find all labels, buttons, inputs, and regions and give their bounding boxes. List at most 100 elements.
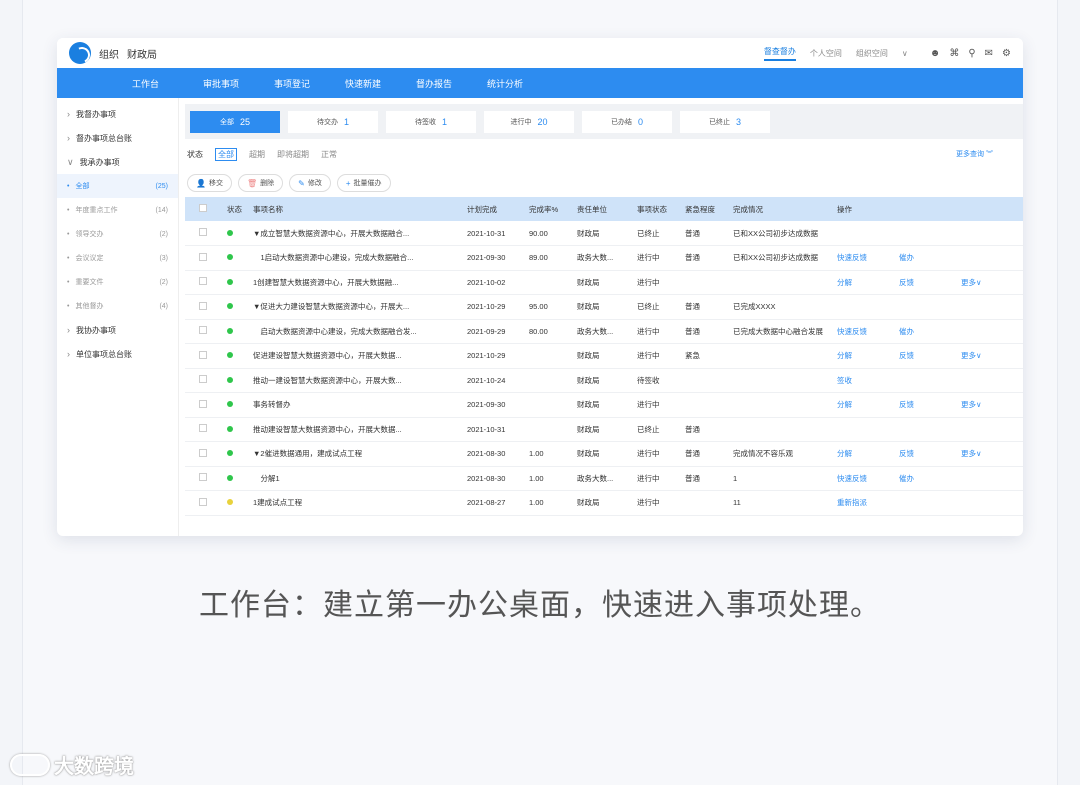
task-name[interactable]: 1建成试点工程 [249, 490, 463, 516]
nav-quick-create[interactable]: 快速新建 [345, 77, 416, 90]
chevron-down-icon[interactable]: ∨ [902, 49, 908, 58]
sidebar-item-supervise-ledger[interactable]: › 督办事项总台账 [57, 126, 178, 150]
table-row[interactable]: 促进建设智慧大数据资源中心，开展大数据... 2021-10-29 财政局 进行中 紧急… [185, 343, 1023, 369]
row-action[interactable]: 重新指派 [833, 490, 895, 516]
sidebar-sub-meeting[interactable]: • 会议议定 (3) [57, 246, 178, 270]
table-row[interactable]: ▼促进大力建设智慧大数据资源中心，开展大... 2021-10-29 95.00 财政… [185, 294, 1023, 320]
table-row[interactable]: ▼成立智慧大数据资源中心，开展大数据融合... 2021-10-31 90.00 财政… [185, 221, 1023, 246]
top-link-supervise[interactable]: 督查督办 [763, 46, 796, 61]
row-action[interactable] [895, 417, 957, 442]
task-name[interactable]: 1启动大数据资源中心建设，完成大数据融合... [249, 245, 463, 271]
table-row[interactable]: 分解1 2021-08-30 1.00 政务大数... 进行中 普通 1 快速反馈 催办 [185, 466, 1023, 491]
apps-icon[interactable]: ⌘ [949, 48, 959, 59]
row-action-more[interactable]: 更多∨ [957, 441, 1023, 467]
tab-terminated[interactable]: 已终止 3 [680, 110, 770, 133]
top-link-personal[interactable]: 个人空间 [810, 48, 842, 59]
tab-pending-assign[interactable]: 待交办 1 [288, 110, 378, 133]
row-action[interactable] [833, 221, 895, 246]
row-action[interactable]: 分解 [833, 270, 895, 295]
edit-button[interactable]: ✎ 修改 [289, 174, 331, 192]
row-action[interactable]: 反馈 [895, 441, 957, 467]
tab-in-progress[interactable]: 进行中 20 [484, 110, 574, 133]
row-action[interactable]: 快速反馈 [833, 319, 895, 344]
task-name[interactable]: 分解1 [249, 466, 463, 491]
row-action[interactable] [895, 294, 957, 320]
row-action-more[interactable] [957, 368, 1023, 393]
row-action-more[interactable] [957, 245, 1023, 271]
row-action[interactable]: 分解 [833, 392, 895, 418]
row-checkbox[interactable] [199, 399, 207, 408]
delete-button[interactable]: 🗑 删除 [237, 174, 284, 192]
sidebar-sub-all[interactable]: • 全部 (25) [57, 174, 178, 198]
sidebar-item-my-undertake[interactable]: ∨ 我承办事项 [57, 150, 178, 174]
batch-urge-button[interactable]: + 批量催办 [336, 174, 391, 192]
row-action[interactable]: 快速反馈 [833, 245, 895, 271]
row-action[interactable]: 反馈 [895, 343, 957, 369]
row-action-more[interactable]: 更多∨ [957, 392, 1023, 418]
sidebar-item-my-assist[interactable]: › 我协办事项 [57, 318, 178, 342]
nav-approval[interactable]: 审批事项 [203, 77, 274, 90]
row-checkbox[interactable] [199, 473, 207, 482]
nav-workbench[interactable]: 工作台 [132, 77, 203, 90]
row-action[interactable] [895, 368, 957, 393]
row-action-more[interactable]: 更多∨ [957, 343, 1023, 369]
row-checkbox[interactable] [199, 252, 207, 261]
row-action-more[interactable] [957, 466, 1023, 491]
tab-pending-sign[interactable]: 待签收 1 [386, 110, 476, 133]
row-action[interactable] [833, 417, 895, 442]
table-row[interactable]: 推动建设智慧大数据资源中心，开展大数据... 2021-10-31 财政局 已终止 普通 [185, 417, 1023, 442]
task-name[interactable]: 推动一建设智慧大数据资源中心，开展大数... [249, 368, 463, 393]
row-action-more[interactable] [957, 319, 1023, 344]
top-link-org[interactable]: 组织空间 [856, 48, 888, 59]
row-checkbox[interactable] [199, 448, 207, 457]
row-checkbox[interactable] [199, 326, 207, 335]
filter-normal[interactable]: 正常 [321, 149, 337, 160]
row-action[interactable]: 反馈 [895, 392, 957, 418]
user-icon[interactable]: ☻ [930, 48, 941, 59]
row-action[interactable]: 催办 [895, 245, 957, 271]
row-checkbox[interactable] [199, 350, 207, 359]
search-icon[interactable]: ⚲ [968, 48, 975, 59]
sidebar-sub-documents[interactable]: • 重要文件 (2) [57, 270, 178, 294]
message-icon[interactable]: ✉ [985, 48, 993, 59]
task-name[interactable]: 1创建智慧大数据资源中心，开展大数据融... [249, 270, 463, 295]
sidebar-item-unit-ledger[interactable]: › 单位事项总台账 [57, 342, 178, 366]
row-action-more[interactable] [957, 417, 1023, 442]
row-action[interactable]: 分解 [833, 441, 895, 467]
filter-overdue[interactable]: 超期 [249, 149, 265, 160]
more-query-button[interactable]: 更多查询 ︾ [956, 149, 993, 159]
sidebar-sub-annual[interactable]: • 年度重点工作 (14) [57, 198, 178, 222]
row-action[interactable] [895, 221, 957, 246]
table-row[interactable]: 启动大数据资源中心建设，完成大数据融合发... 2021-09-29 80.00 政务… [185, 319, 1023, 344]
nav-register[interactable]: 事项登记 [274, 77, 345, 90]
select-all-checkbox[interactable] [185, 197, 223, 221]
row-checkbox[interactable] [199, 301, 207, 310]
table-row[interactable]: 事务转督办 2021-09-30 财政局 进行中 分解 反馈 更多∨ [185, 392, 1023, 418]
row-action[interactable]: 签收 [833, 368, 895, 393]
task-name[interactable]: ▼促进大力建设智慧大数据资源中心，开展大... [249, 294, 463, 320]
tab-completed[interactable]: 已办结 0 [582, 110, 672, 133]
row-action[interactable]: 反馈 [895, 270, 957, 295]
tab-all[interactable]: 全部 25 [190, 110, 280, 133]
table-row[interactable]: ▼2催进数据通用，建成试点工程 2021-08-30 1.00 财政局 进行中 普通 完成情… [185, 441, 1023, 467]
task-name[interactable]: 事务转督办 [249, 392, 463, 418]
row-action[interactable]: 催办 [895, 319, 957, 344]
task-name[interactable]: 促进建设智慧大数据资源中心，开展大数据... [249, 343, 463, 369]
row-checkbox[interactable] [199, 424, 207, 433]
task-name[interactable]: ▼2催进数据通用，建成试点工程 [249, 441, 463, 467]
filter-due-soon[interactable]: 即将超期 [277, 149, 309, 160]
task-name[interactable]: 启动大数据资源中心建设，完成大数据融合发... [249, 319, 463, 344]
table-row[interactable]: 1创建智慧大数据资源中心，开展大数据融... 2021-10-02 财政局 进行中 分解… [185, 270, 1023, 295]
transfer-button[interactable]: 👤 移交 [187, 174, 232, 192]
row-action[interactable]: 快速反馈 [833, 466, 895, 491]
table-row[interactable]: 1建成试点工程 2021-08-27 1.00 财政局 进行中 11 重新指派 [185, 490, 1023, 516]
task-name[interactable]: 推动建设智慧大数据资源中心，开展大数据... [249, 417, 463, 442]
task-name[interactable]: ▼成立智慧大数据资源中心，开展大数据融合... [249, 221, 463, 246]
sidebar-item-my-supervise[interactable]: › 我督办事项 [57, 102, 178, 126]
row-action[interactable]: 催办 [895, 466, 957, 491]
nav-statistics[interactable]: 统计分析 [487, 77, 558, 90]
row-action[interactable] [895, 490, 957, 516]
row-action-more[interactable]: 更多∨ [957, 270, 1023, 295]
row-action-more[interactable] [957, 221, 1023, 246]
row-checkbox[interactable] [199, 497, 207, 506]
